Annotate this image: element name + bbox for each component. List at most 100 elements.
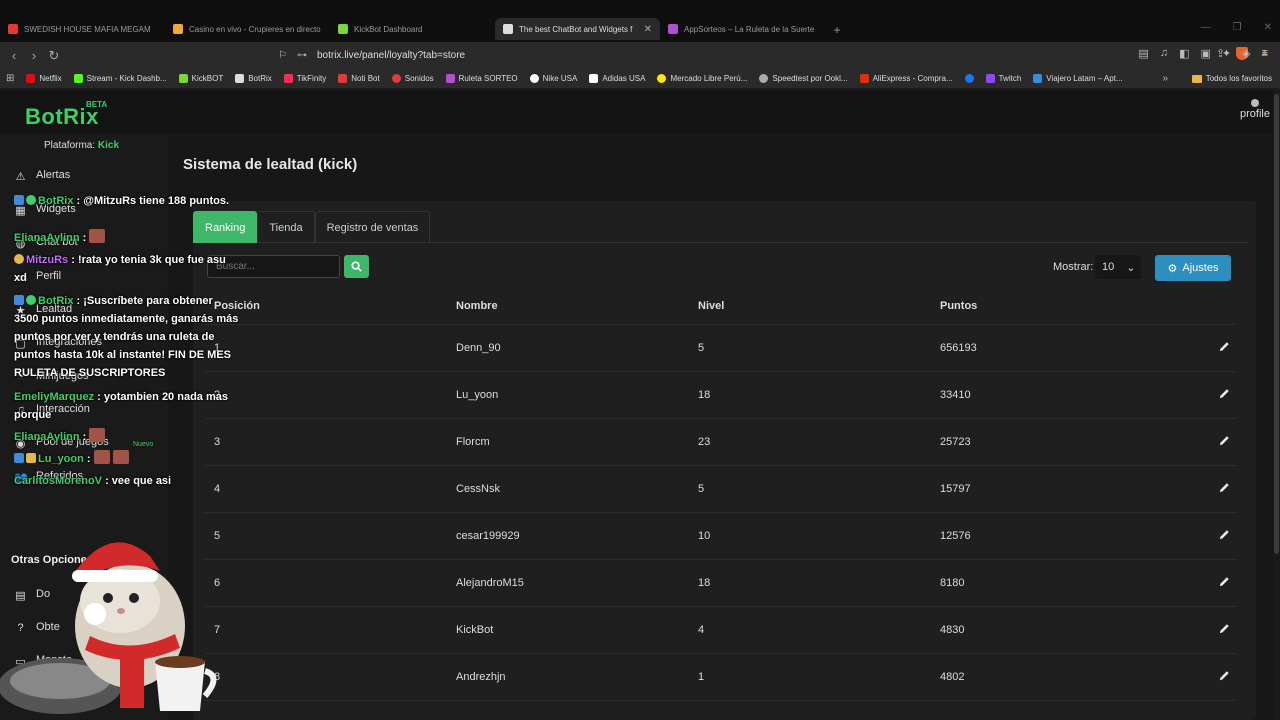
page-scrollbar[interactable] — [1273, 90, 1280, 720]
wallet-icon[interactable]: ▣ — [1200, 47, 1210, 60]
level-cell: 4 — [698, 624, 705, 636]
settings-button[interactable]: ⚙ Ajustes — [1155, 255, 1231, 281]
edit-button[interactable] — [1190, 670, 1230, 684]
warning-icon: ⚠ — [15, 170, 26, 183]
bookmark-item[interactable]: Stream - Kick Dashb... — [68, 74, 173, 83]
edit-button[interactable] — [1190, 482, 1230, 496]
bookmark-item[interactable]: KickBOT — [173, 74, 230, 83]
browser-tab-bar: SWEDISH HOUSE MAFIA MEGAM Casino en vivo… — [0, 0, 1280, 42]
bookmark-item[interactable]: Nike USA — [524, 74, 584, 83]
address-bar-row: ‹ › ↻ ⚐ ⊶ botrix.live/panel/loyalty?tab=… — [0, 42, 1280, 69]
edit-button[interactable] — [1190, 388, 1230, 402]
points-cell: 8180 — [940, 577, 965, 589]
bookmark-item[interactable]: BotRix — [229, 74, 278, 83]
tab-ranking[interactable]: Ranking — [193, 211, 258, 243]
edit-button[interactable] — [1190, 341, 1230, 355]
botrix-app: BotRix BETA profile Plataforma: Kick ⚠ Al… — [0, 90, 1280, 720]
minimize-icon[interactable]: — — [1201, 22, 1211, 33]
bookmark-item[interactable]: Netflix — [20, 74, 67, 83]
gears-icon: ⚙ — [1167, 262, 1178, 275]
edit-button[interactable] — [1190, 576, 1230, 590]
bookmark-item[interactable]: Mercado Libre Perú... — [651, 74, 753, 83]
back-icon[interactable]: ‹ — [4, 48, 24, 63]
bookmark-item[interactable]: Ruleta SORTEO — [440, 74, 524, 83]
close-window-icon[interactable]: ✕ — [1264, 22, 1272, 33]
show-label: Mostrar: — [1053, 261, 1094, 273]
table-row: 8 Andrezhjn 1 4802 — [205, 654, 1237, 701]
bookmark-item[interactable]: Adidas USA — [583, 74, 651, 83]
tab-registro-ventas[interactable]: Registro de ventas — [314, 211, 431, 243]
kickbot-tab-icon — [338, 24, 348, 34]
pencil-icon — [1219, 342, 1229, 352]
loyalty-tabs: Ranking Tienda Registro de ventas — [193, 211, 1248, 243]
edit-button[interactable] — [1190, 623, 1230, 637]
position-cell: 4 — [214, 483, 221, 495]
pencil-icon — [1219, 577, 1229, 587]
chat-message: Lu_yoon : — [14, 450, 129, 468]
points-cell: 33410 — [940, 389, 971, 401]
new-tab-button[interactable]: + — [825, 18, 849, 42]
more-bookmarks-icon[interactable]: » — [1162, 73, 1168, 84]
scrollbar-thumb[interactable] — [1274, 94, 1279, 554]
bookmark-item[interactable]: AliExpress - Compra... — [854, 74, 959, 83]
vpn-icon[interactable]: ◈ — [1242, 47, 1250, 60]
site-info-icon[interactable]: ⊶ — [297, 50, 307, 61]
tab-label: The best ChatBot and Widgets f — [519, 24, 633, 34]
browser-tab[interactable]: AppSorteos – La Ruleta de la Suerte — [660, 18, 825, 40]
points-cell: 4802 — [940, 671, 965, 683]
main-content: Sistema de lealtad (kick) Ranking Tienda… — [168, 134, 1280, 720]
bookmark-item[interactable]: Sonidos — [386, 74, 440, 83]
apps-icon[interactable]: ⊞ — [0, 73, 20, 84]
header-position: Posición — [214, 300, 260, 312]
all-favorites[interactable]: Todos los favoritos — [1191, 74, 1272, 83]
edit-button[interactable] — [1190, 435, 1230, 449]
edit-button[interactable] — [1190, 529, 1230, 543]
level-cell: 5 — [698, 483, 705, 495]
bookmark-item[interactable]: TikFinity — [278, 74, 332, 83]
chat-message: MitzuRs : !rata yo tenia 3k que fue asu … — [14, 254, 226, 284]
top-navbar: BotRix BETA profile — [0, 90, 1280, 134]
media-icon[interactable]: ♫ — [1160, 47, 1168, 60]
name-cell: CessNsk — [456, 483, 501, 495]
browser-tab-active[interactable]: The best ChatBot and Widgets f ✕ — [495, 18, 660, 40]
bookmark-icon[interactable]: ⚐ — [278, 50, 287, 61]
reload-icon[interactable]: ↻ — [44, 48, 64, 64]
pencil-icon — [1219, 436, 1229, 446]
search-button[interactable] — [344, 255, 369, 278]
page-size-select[interactable]: 10 ⌄ — [1095, 255, 1141, 279]
tab-label: SWEDISH HOUSE MAFIA MEGAM — [24, 24, 151, 34]
menu-icon[interactable]: ≡ — [1262, 47, 1268, 60]
sidebar-toggle-icon[interactable]: ◧ — [1179, 47, 1189, 60]
name-cell: cesar199929 — [456, 530, 520, 542]
pencil-icon — [1219, 671, 1229, 681]
pencil-icon — [1219, 389, 1229, 399]
tab-label: AppSorteos – La Ruleta de la Suerte — [684, 24, 815, 34]
position-cell: 5 — [214, 530, 221, 542]
browser-tab[interactable]: KickBot Dashboard — [330, 18, 495, 40]
profile-link[interactable]: profile — [1240, 99, 1270, 120]
bookmark-item[interactable]: Speedtest por Ookl... — [753, 74, 853, 83]
sidebar-item-alertas[interactable]: ⚠ Alertas — [14, 169, 71, 183]
chat-message: ElianaAylinn : — [14, 428, 106, 446]
forward-icon[interactable]: › — [24, 48, 44, 63]
bookmark-item[interactable]: Twitch — [980, 74, 1028, 83]
url-field[interactable]: ⚐ ⊶ botrix.live/panel/loyalty?tab=store — [278, 46, 998, 65]
facebook-bookmark[interactable] — [959, 74, 980, 83]
youtube-tab-icon — [8, 24, 18, 34]
name-cell: KickBot — [456, 624, 494, 636]
chevron-down-icon: ⌄ — [1126, 261, 1136, 274]
browser-tab[interactable]: SWEDISH HOUSE MAFIA MEGAM — [0, 18, 165, 40]
tab-tienda[interactable]: Tienda — [257, 211, 315, 243]
bookmark-item[interactable]: Viajero Latam – Apt... — [1027, 74, 1128, 83]
reader-icon[interactable]: ▤ — [1138, 47, 1148, 60]
ai-icon[interactable]: ✦ — [1222, 47, 1231, 60]
bookmark-item[interactable]: Noti Bot — [332, 74, 385, 83]
close-tab-icon[interactable]: ✕ — [644, 24, 652, 35]
beta-label: BETA — [86, 100, 108, 109]
header-name: Nombre — [456, 300, 498, 312]
table-row: 5 cesar199929 10 12576 — [205, 513, 1237, 560]
browser-tab[interactable]: Casino en vivo - Crupieres en directo — [165, 18, 330, 40]
chat-message: EmeliyMarquez : yotambien 20 nada mas po… — [14, 391, 228, 421]
header-level: Nivel — [698, 300, 725, 312]
maximize-icon[interactable]: ❐ — [1233, 22, 1242, 33]
